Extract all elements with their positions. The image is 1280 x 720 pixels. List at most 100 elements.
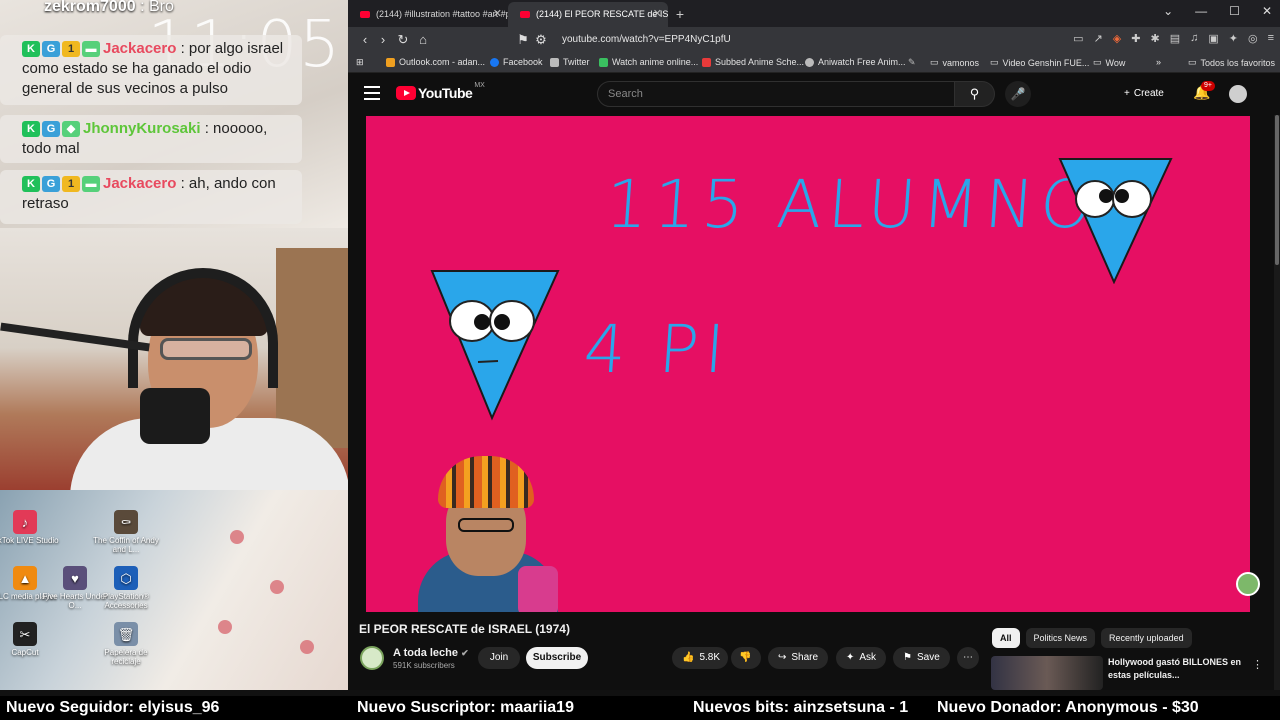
extension-icon[interactable]: ✚ bbox=[1131, 32, 1140, 45]
youtube-header: YouTube MX Search ⚲ 🎤 + Create 🔔 9+ bbox=[348, 73, 1280, 115]
join-button[interactable]: Join bbox=[478, 647, 520, 669]
ask-button[interactable]: ✦ Ask bbox=[836, 647, 887, 669]
tab-current-video[interactable]: (2144) El PEOR RESCATE de IS... ✕ bbox=[508, 2, 668, 27]
save-button[interactable]: ⚑ Save bbox=[893, 647, 950, 669]
desktop-icon-coffin-game[interactable]: ⚰ The Coffin of Andy and L... bbox=[91, 510, 161, 554]
gift-badge-icon: G bbox=[42, 41, 60, 58]
logo-text: YouTube bbox=[418, 85, 473, 101]
cast-icon[interactable]: ▭ bbox=[1073, 32, 1083, 45]
save-icon: ⚑ bbox=[903, 652, 912, 663]
chat-separator: : bbox=[200, 120, 214, 137]
sidebar-icon[interactable]: ▤ bbox=[1170, 32, 1180, 45]
page-scrollbar[interactable] bbox=[1274, 115, 1280, 690]
scrollbar-thumb[interactable] bbox=[1275, 115, 1279, 265]
like-button[interactable]: 👍 5.8K bbox=[672, 647, 729, 669]
chip-politics-news[interactable]: Politics News bbox=[1025, 628, 1096, 648]
tab-close-icon[interactable]: ✕ bbox=[653, 2, 662, 27]
hamburger-menu-icon[interactable] bbox=[364, 86, 380, 100]
more-bookmarks-icon[interactable]: » bbox=[1156, 57, 1161, 67]
share-button[interactable]: ↪ Share bbox=[768, 647, 829, 669]
bookmark-twitter[interactable]: Twitter bbox=[550, 57, 590, 67]
vpn-icon[interactable]: ◎ bbox=[1248, 32, 1258, 45]
video-player[interactable]: 115 ALUMNOS 4 PI bbox=[366, 116, 1250, 612]
chat-username: Jackacero bbox=[103, 40, 177, 57]
new-tab-icon[interactable]: + bbox=[668, 2, 692, 27]
subscribe-button[interactable]: Subscribe bbox=[526, 647, 588, 669]
chip-recently-uploaded[interactable]: Recently uploaded bbox=[1101, 628, 1192, 648]
bookmark-subbed-anime[interactable]: Subbed Anime Sche... bbox=[702, 57, 804, 67]
facebook-icon bbox=[490, 57, 499, 67]
search-input[interactable]: Search bbox=[597, 81, 955, 107]
bookmark-all-favorites[interactable]: ▭ Todos los favoritos bbox=[1188, 57, 1275, 68]
petal-decoration bbox=[218, 620, 232, 634]
desktop-icon-playstation[interactable]: ⬡ PlayStation® Accessories bbox=[91, 566, 161, 610]
chat-message-2: K G 1 ▬ Jackacero : por algo israel como… bbox=[0, 35, 302, 105]
bookmark-genshin[interactable]: ▭ Video Genshin FUE... bbox=[990, 57, 1089, 68]
bookmark-facebook[interactable]: Facebook bbox=[490, 57, 543, 67]
share-page-icon[interactable]: ↗ bbox=[1094, 32, 1103, 45]
bookmark-wow[interactable]: ▭ Wow bbox=[1093, 57, 1125, 68]
apps-icon[interactable]: ⊞ bbox=[356, 57, 364, 68]
account-avatar[interactable] bbox=[1229, 85, 1247, 103]
webcam-shelf bbox=[276, 248, 348, 448]
tab-close-icon[interactable]: ✕ bbox=[493, 2, 502, 27]
maximize-icon[interactable]: ☐ bbox=[1229, 4, 1240, 18]
video-title: El PEOR RESCATE de ISRAEL (1974) bbox=[359, 622, 570, 636]
floating-avatar-icon[interactable] bbox=[1236, 572, 1260, 596]
create-button[interactable]: + Create bbox=[1118, 83, 1170, 105]
chat-separator: : bbox=[135, 0, 149, 15]
desktop-icon-tiktok[interactable]: ♪ TikTok LIVE Studio bbox=[0, 510, 60, 545]
close-window-icon[interactable]: ✕ bbox=[1262, 4, 1272, 18]
site-info-icon[interactable]: ⚙ bbox=[534, 31, 548, 49]
desktop-icon-label: PlayStation® Accessories bbox=[102, 592, 150, 610]
bookmark-vamonos[interactable]: ▭ vamonos bbox=[930, 57, 979, 68]
extensions-puzzle-icon[interactable]: ✱ bbox=[1150, 32, 1159, 45]
recycle-bin-icon: 🗑 bbox=[114, 622, 138, 646]
forward-icon[interactable]: › bbox=[374, 31, 392, 49]
subbed-anime-icon bbox=[702, 57, 711, 67]
wallet-icon[interactable]: ▣ bbox=[1208, 32, 1218, 45]
ai-icon[interactable]: ✦ bbox=[1229, 32, 1238, 45]
triangle-character-icon bbox=[430, 270, 560, 421]
tab-search-icon[interactable]: ⌄ bbox=[1163, 4, 1173, 18]
youtube-logo[interactable]: YouTube MX bbox=[396, 82, 485, 101]
triangle-character-icon bbox=[1058, 158, 1173, 284]
bookmark-pin-icon[interactable]: ✎ bbox=[908, 57, 916, 68]
dislike-button[interactable]: 👎 bbox=[731, 647, 761, 669]
recommended-video-title[interactable]: Hollywood gastó BILLONES en estas pelícu… bbox=[1108, 656, 1258, 682]
desktop-icon-recycle-bin[interactable]: 🗑 Papelera de reciclaje bbox=[91, 622, 161, 666]
chip-all[interactable]: All bbox=[992, 628, 1020, 648]
playstation-icon: ⬡ bbox=[114, 566, 138, 590]
brave-shield-icon[interactable]: ◈ bbox=[1113, 32, 1121, 45]
notification-count-badge: 9+ bbox=[1201, 81, 1215, 91]
home-icon[interactable]: ⌂ bbox=[414, 31, 432, 49]
chat-username: Jackacero bbox=[103, 175, 177, 192]
bookmark-icon[interactable]: ⚑ bbox=[514, 31, 532, 49]
channel-name[interactable]: A toda leche ✔ bbox=[393, 647, 469, 659]
bookmark-watch-anime[interactable]: Watch anime online... bbox=[599, 57, 698, 67]
recommended-more-icon[interactable]: ⋮ bbox=[1252, 658, 1263, 671]
bookmark-aniwatch[interactable]: Aniwatch Free Anim... bbox=[805, 57, 906, 67]
recommended-video-thumbnail[interactable] bbox=[991, 656, 1103, 690]
channel-avatar[interactable] bbox=[360, 646, 384, 670]
voice-search-icon[interactable]: 🎤 bbox=[1005, 81, 1031, 107]
subscriber-count: 591K subscribers bbox=[393, 661, 455, 670]
desktop-icon-label: Papelera de reciclaje bbox=[104, 648, 148, 666]
desktop-icon-capcut[interactable]: ✂ CapCut bbox=[0, 622, 60, 657]
webcam-feed bbox=[0, 228, 348, 494]
music-icon[interactable]: ♫ bbox=[1190, 32, 1198, 45]
ticker-bits: Nuevos bits: ainzsetsuna - 1 bbox=[693, 699, 909, 716]
minimize-icon[interactable]: — bbox=[1195, 4, 1207, 18]
bits-badge-icon: 1 bbox=[62, 176, 80, 193]
menu-icon[interactable]: ≡ bbox=[1268, 32, 1274, 45]
capcut-icon: ✂ bbox=[13, 622, 37, 646]
back-icon[interactable]: ‹ bbox=[356, 31, 374, 49]
reload-icon[interactable]: ↻ bbox=[394, 31, 412, 49]
sparkle-icon: ✦ bbox=[846, 652, 855, 663]
sub-badge-icon: K bbox=[22, 121, 40, 138]
search-icon[interactable]: ⚲ bbox=[955, 81, 995, 107]
more-actions-icon[interactable]: ⋯ bbox=[957, 647, 979, 669]
bookmark-outlook[interactable]: Outlook.com - adan... bbox=[386, 57, 485, 67]
tab-illustration[interactable]: (2144) #illustration #tattoo #art #pc...… bbox=[348, 2, 508, 27]
url-field[interactable]: youtube.com/watch?v=EPP4NyC1pfU bbox=[562, 31, 1062, 49]
